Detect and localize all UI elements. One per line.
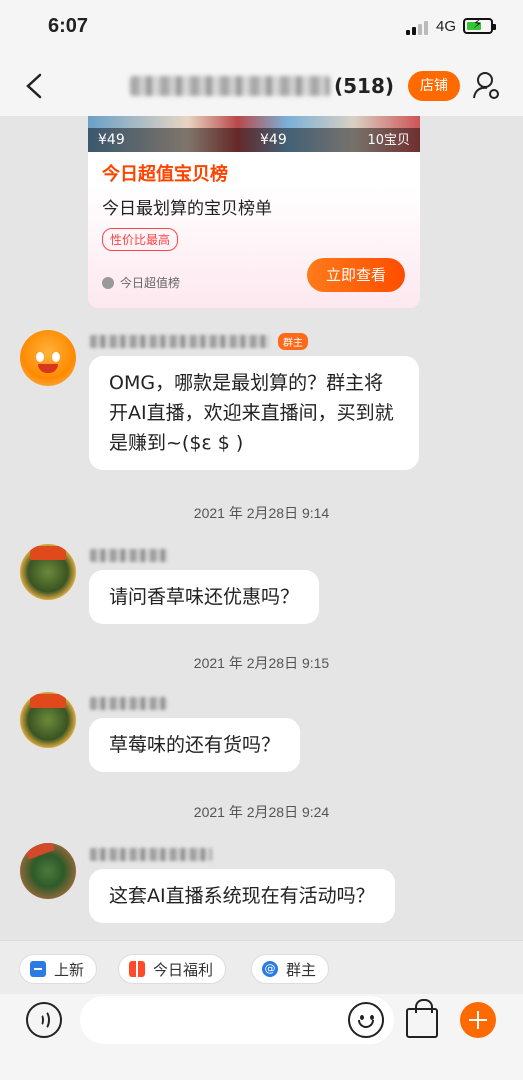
- promo-brand: 今日超值榜: [102, 274, 180, 291]
- input-bar: [0, 994, 523, 1080]
- chip-label: 上新: [54, 960, 85, 979]
- promo-tag: 性价比最高: [102, 228, 179, 251]
- sender-name: [90, 696, 168, 710]
- promo-brand-label: 今日超值榜: [120, 276, 181, 290]
- avatar[interactable]: [20, 843, 76, 899]
- message-input[interactable]: [80, 996, 394, 1044]
- avatar[interactable]: [20, 692, 76, 748]
- chat-header: (518) 店铺: [0, 56, 523, 116]
- status-time: 6:07: [48, 15, 89, 37]
- back-icon[interactable]: [22, 72, 48, 100]
- battery-icon: ⚡: [463, 17, 496, 34]
- network-type: 4G: [436, 18, 457, 35]
- status-bar: 6:07 4G ⚡: [0, 0, 523, 56]
- avatar[interactable]: [20, 544, 76, 600]
- promo-product-images: ¥49 ¥49 10宝贝: [88, 116, 420, 152]
- quick-reply-daily-deals[interactable]: 今日福利: [118, 954, 227, 984]
- shopping-bag-icon[interactable]: [406, 999, 438, 1038]
- message-bubble[interactable]: 请问香草味还优惠吗？: [89, 570, 320, 624]
- chip-label: 群主: [286, 960, 317, 979]
- message-bubble[interactable]: 这套AI直播系统现在有活动吗？: [89, 869, 395, 923]
- promo-item-count: 10宝贝: [367, 133, 410, 148]
- sender-name: [90, 847, 212, 861]
- new-arrivals-icon: [30, 961, 46, 977]
- message-bubble[interactable]: OMG，哪款是最划算的？群主将开AI直播，欢迎来直播间，买到就是赚到~($ε $…: [89, 356, 419, 470]
- message-timestamp: 2021 年 2月28日 9:15: [193, 655, 330, 671]
- member-settings-icon[interactable]: [472, 70, 502, 102]
- emoji-icon[interactable]: [348, 1002, 384, 1038]
- promo-card[interactable]: ¥49 ¥49 10宝贝 今日超值宝贝榜 今日最划算的宝贝榜单 性价比最高 今日…: [88, 116, 420, 308]
- message-timestamp: 2021 年 2月28日 9:14: [193, 505, 330, 521]
- blurred-group-name: [130, 76, 330, 96]
- promo-subtitle: 今日最划算的宝贝榜单: [102, 199, 272, 219]
- gift-icon: [129, 961, 145, 977]
- chip-label: 今日福利: [153, 960, 214, 979]
- at-icon: @: [262, 961, 278, 977]
- member-count: (518): [334, 74, 395, 98]
- avatar[interactable]: [20, 330, 76, 386]
- blurred-sender-name: [90, 696, 168, 710]
- voice-icon[interactable]: [26, 1002, 62, 1038]
- message-timestamp: 2021 年 2月28日 9:24: [193, 804, 330, 820]
- promo-title: 今日超值宝贝榜: [102, 164, 228, 185]
- message-bubble[interactable]: 草莓味的还有货吗？: [89, 718, 301, 772]
- brand-logo-icon: [102, 276, 114, 289]
- blurred-sender-name: [90, 334, 270, 348]
- promo-price-2: ¥49: [260, 132, 287, 148]
- shop-button[interactable]: 店铺: [408, 71, 460, 101]
- blurred-sender-name: [90, 847, 212, 861]
- quick-reply-new-arrivals[interactable]: 上新: [19, 954, 98, 984]
- quick-reply-bar: 上新 今日福利 @ 群主: [0, 940, 523, 994]
- signal-icon: [406, 21, 430, 35]
- blurred-sender-name: [90, 548, 168, 562]
- sender-name: 群主: [90, 332, 308, 350]
- group-title: (518): [130, 74, 394, 98]
- sender-name: [90, 548, 168, 562]
- group-owner-badge: 群主: [278, 332, 308, 350]
- view-now-button[interactable]: 立即查看: [307, 258, 405, 292]
- chat-area[interactable]: ¥49 ¥49 10宝贝 今日超值宝贝榜 今日最划算的宝贝榜单 性价比最高 今日…: [0, 116, 523, 940]
- promo-price-1: ¥49: [98, 132, 125, 148]
- quick-reply-group-owner[interactable]: @ 群主: [251, 954, 330, 984]
- more-options-button[interactable]: [460, 1002, 496, 1038]
